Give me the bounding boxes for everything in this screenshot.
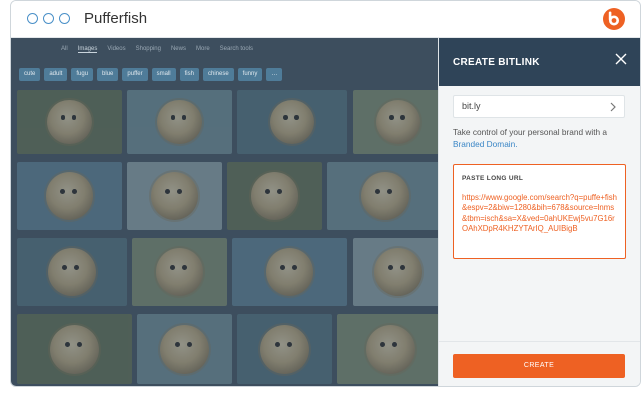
google-tabs: All Images Videos Shopping News More Sea… — [61, 46, 253, 53]
pufferfish-image — [160, 324, 209, 374]
pufferfish-image — [269, 99, 315, 145]
image-thumbnail[interactable] — [127, 90, 232, 154]
pufferfish-image — [155, 248, 204, 296]
image-thumbnail[interactable] — [137, 314, 232, 384]
tab-shopping[interactable]: Shopping — [136, 46, 161, 53]
image-thumbnail[interactable] — [353, 238, 438, 306]
pufferfish-image — [50, 324, 99, 374]
chip[interactable]: blue — [97, 68, 119, 81]
chip[interactable]: funny — [237, 68, 263, 81]
google-images-backdrop: All Images Videos Shopping News More Sea… — [11, 38, 438, 386]
pufferfish-image — [361, 172, 409, 220]
pufferfish-image — [48, 248, 96, 296]
chip[interactable]: adult — [44, 68, 68, 81]
bitly-logo-icon — [603, 8, 625, 30]
image-results-grid — [17, 90, 438, 386]
image-thumbnail[interactable] — [17, 162, 122, 230]
pufferfish-image — [45, 172, 94, 220]
image-thumbnail[interactable] — [232, 238, 347, 306]
pufferfish-image — [375, 99, 421, 145]
image-thumbnail[interactable] — [132, 238, 227, 306]
tab-videos[interactable]: Videos — [107, 46, 125, 53]
image-thumbnail[interactable] — [237, 314, 332, 384]
chip[interactable]: fish — [179, 68, 199, 81]
create-bitlink-panel: CREATE BITLINK bit.ly Take control of yo… — [438, 38, 640, 386]
pufferfish-image — [365, 324, 415, 374]
long-url-value[interactable]: https://www.google.com/search?q=puffe+fi… — [462, 193, 619, 235]
panel-header: CREATE BITLINK — [439, 38, 640, 86]
chip[interactable]: fugu — [71, 68, 94, 81]
chip[interactable]: puffer — [122, 68, 148, 81]
app-window: Pufferfish All Images Videos Shopping Ne… — [10, 0, 641, 387]
window-dot-icon[interactable] — [59, 13, 70, 24]
related-chips: cute adult fugu blue puffer small fish c… — [19, 68, 283, 81]
divider — [439, 341, 640, 342]
close-icon[interactable] — [614, 52, 628, 66]
window-dot-icon[interactable] — [27, 13, 38, 24]
pufferfish-image — [250, 172, 299, 220]
tab-search-tools[interactable]: Search tools — [220, 46, 253, 53]
branded-domain-promo: Take control of your personal brand with… — [453, 126, 633, 150]
panel-title: CREATE BITLINK — [453, 57, 540, 68]
chip[interactable]: … — [266, 68, 283, 81]
image-thumbnail[interactable] — [17, 238, 127, 306]
title-bar: Pufferfish — [11, 1, 640, 38]
paste-url-label: PASTE LONG URL — [462, 175, 524, 182]
create-button[interactable]: CREATE — [453, 354, 625, 378]
chip[interactable]: small — [151, 68, 176, 81]
pufferfish-image — [265, 248, 314, 296]
image-thumbnail[interactable] — [227, 162, 322, 230]
image-thumbnail[interactable] — [337, 314, 438, 384]
pufferfish-image — [47, 99, 92, 145]
image-thumbnail[interactable] — [17, 90, 122, 154]
image-thumbnail[interactable] — [327, 162, 438, 230]
tab-all[interactable]: All — [61, 46, 68, 53]
tab-news[interactable]: News — [171, 46, 186, 53]
image-thumbnail[interactable] — [127, 162, 222, 230]
long-url-field[interactable]: PASTE LONG URL https://www.google.com/se… — [453, 164, 626, 259]
image-thumbnail[interactable] — [353, 90, 438, 154]
tab-images[interactable]: Images — [77, 46, 98, 53]
promo-text: Take control of your personal brand with… — [453, 127, 608, 137]
branded-domain-link[interactable]: Branded Domain. — [453, 139, 518, 149]
image-thumbnail[interactable] — [17, 314, 132, 384]
pufferfish-image — [150, 172, 199, 220]
pufferfish-image — [157, 99, 202, 145]
chevron-right-icon — [610, 102, 616, 112]
domain-value: bit.ly — [462, 101, 481, 111]
page-title: Pufferfish — [84, 10, 148, 27]
window-dot-icon[interactable] — [43, 13, 54, 24]
domain-select[interactable]: bit.ly — [453, 95, 625, 118]
pufferfish-image — [260, 324, 309, 374]
image-thumbnail[interactable] — [237, 90, 347, 154]
tab-more[interactable]: More — [196, 46, 210, 53]
chip[interactable]: cute — [19, 68, 41, 81]
chip[interactable]: chinese — [202, 68, 234, 81]
pufferfish-image — [374, 248, 422, 296]
